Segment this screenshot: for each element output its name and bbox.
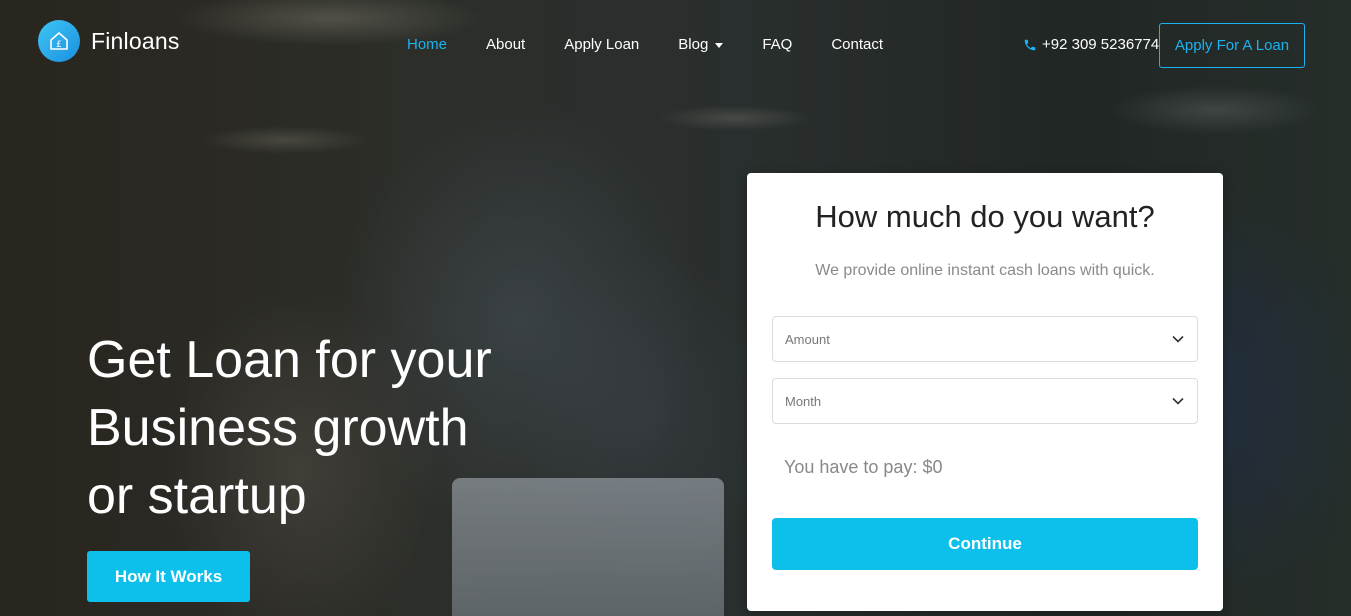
calculator-title: How much do you want?	[815, 199, 1155, 234]
nav-blog-label: Blog	[678, 36, 709, 53]
svg-text:£: £	[56, 40, 62, 50]
phone-contact[interactable]: +92 309 5236774	[1023, 36, 1159, 53]
phone-icon	[1023, 38, 1037, 52]
hero-title: Get Loan for your Business growth or sta…	[87, 326, 557, 530]
phone-number: +92 309 5236774	[1042, 36, 1160, 53]
month-select-value: Month	[785, 393, 822, 409]
nav-about[interactable]: About	[486, 36, 525, 53]
main-nav: Home About Apply Loan Blog FAQ Contact	[407, 36, 922, 53]
calculator-subtitle: We provide online instant cash loans wit…	[815, 262, 1155, 279]
nav-contact[interactable]: Contact	[831, 36, 883, 53]
nav-faq[interactable]: FAQ	[762, 36, 792, 53]
nav-home[interactable]: Home	[407, 36, 447, 53]
brand-name: Finloans	[91, 27, 180, 54]
nav-apply-loan[interactable]: Apply Loan	[564, 36, 639, 53]
amount-select-value: Amount	[785, 331, 830, 347]
payment-total: You have to pay: $0	[784, 457, 943, 477]
house-currency-icon: £	[38, 20, 80, 62]
nav-blog[interactable]: Blog	[678, 36, 724, 53]
hero-title-line: Get Loan for your	[87, 331, 492, 389]
site-header: £ Finloans Home About Apply Loan Blog FA…	[0, 0, 1351, 90]
amount-select[interactable]: Amount	[772, 316, 1198, 362]
chevron-down-icon	[1172, 335, 1184, 343]
hero-title-line: Business growth	[87, 399, 469, 457]
brand-logo[interactable]: £ Finloans	[38, 20, 180, 62]
continue-button[interactable]: Continue	[772, 518, 1198, 570]
hero-title-line: or startup	[87, 467, 307, 525]
caret-down-icon	[715, 42, 724, 48]
loan-calculator-card: How much do you want? We provide online …	[747, 173, 1223, 611]
how-it-works-button[interactable]: How It Works	[87, 551, 250, 602]
chevron-down-icon	[1172, 397, 1184, 405]
month-select[interactable]: Month	[772, 378, 1198, 424]
apply-for-loan-button[interactable]: Apply For A Loan	[1159, 23, 1305, 68]
